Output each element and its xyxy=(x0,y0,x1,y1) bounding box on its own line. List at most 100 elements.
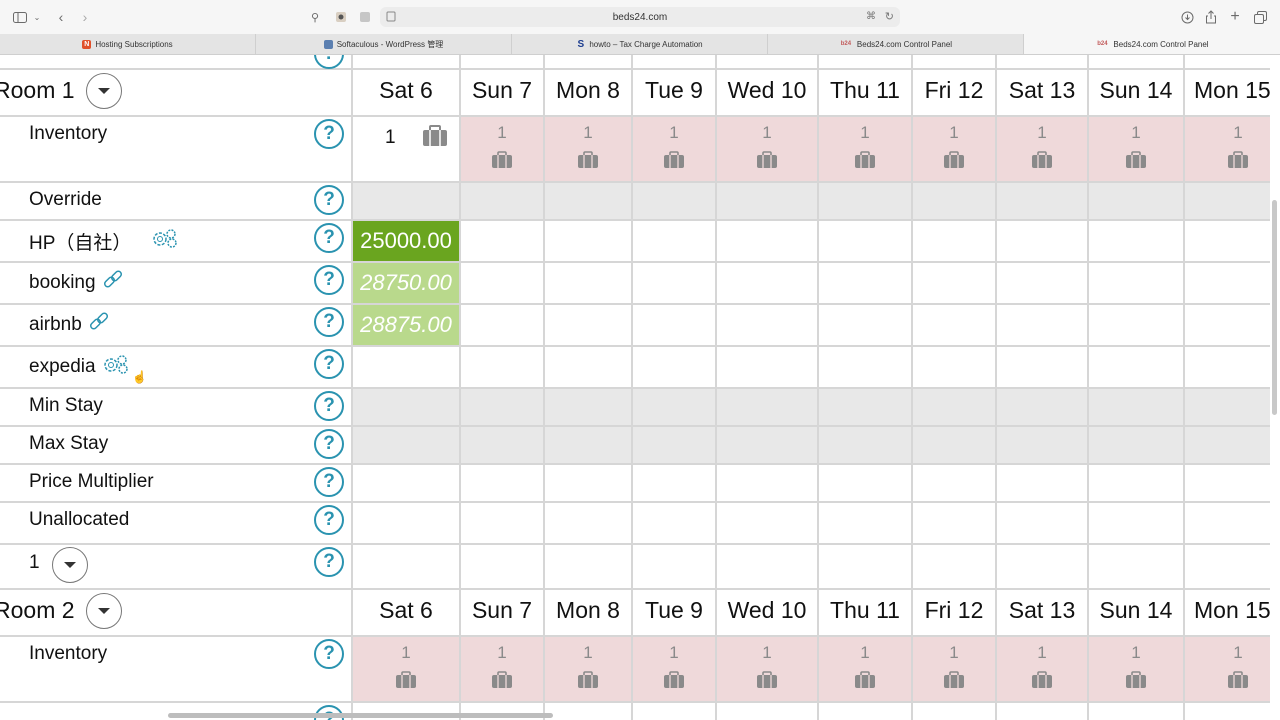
inventory-cell[interactable]: 1 xyxy=(819,123,911,169)
help-icon[interactable]: ? xyxy=(314,467,344,497)
vertical-scrollbar[interactable] xyxy=(1272,200,1277,415)
inventory-cell[interactable]: 1 xyxy=(913,123,995,169)
inventory-cell[interactable]: 1 xyxy=(1185,123,1280,169)
translate-icon[interactable]: ⌘ xyxy=(866,11,876,22)
row-label-airbnb: airbnb xyxy=(29,311,110,339)
price-cell-booking[interactable]: 28750.00 xyxy=(353,263,459,303)
tab-overview-icon[interactable] xyxy=(1253,8,1267,26)
link-icon[interactable] xyxy=(102,269,124,297)
extension-icon[interactable] xyxy=(358,8,372,26)
inventory-value[interactable]: 1 xyxy=(385,127,396,149)
address-bar[interactable]: beds24.com ⌘ ↻ xyxy=(380,7,900,27)
grid-line xyxy=(0,115,1270,117)
extension-icon[interactable]: ⚲ xyxy=(308,8,322,26)
chevron-down-icon[interactable]: ⌄ xyxy=(32,8,42,26)
link-icon[interactable] xyxy=(88,311,110,339)
help-icon[interactable]: ? xyxy=(314,185,344,215)
back-icon[interactable]: ‹ xyxy=(54,8,68,26)
luggage-icon xyxy=(578,671,598,688)
inventory-cell[interactable]: 1 xyxy=(545,123,631,169)
inventory-cell[interactable]: 1 xyxy=(545,643,631,689)
download-icon[interactable] xyxy=(1180,8,1194,26)
help-icon[interactable]: ? xyxy=(314,307,344,337)
inventory-cell[interactable]: 1 xyxy=(997,123,1087,169)
inventory-cell[interactable]: 1 xyxy=(913,643,995,689)
luggage-icon xyxy=(855,671,875,688)
price-cell-hp[interactable]: 25000.00 xyxy=(353,221,459,261)
help-icon[interactable]: ? xyxy=(314,639,344,669)
inventory-cell[interactable]: 1 xyxy=(717,123,817,169)
room-title: Room 1 xyxy=(0,77,75,103)
reload-icon[interactable]: ↻ xyxy=(885,10,894,23)
help-icon[interactable]: ? xyxy=(314,55,344,69)
day-header: Tue 9 xyxy=(645,77,703,103)
help-icon[interactable]: ? xyxy=(314,391,344,421)
tab-title: Beds24.com Control Panel xyxy=(1113,39,1209,49)
inventory-cell[interactable]: 1 xyxy=(997,643,1087,689)
day-header: Mon 15 xyxy=(1194,597,1271,623)
luggage-icon xyxy=(944,151,964,168)
inventory-cell[interactable]: 1 xyxy=(461,643,543,689)
inventory-cell[interactable]: 1 xyxy=(461,123,543,169)
tab-title: Beds24.com Control Panel xyxy=(856,39,953,49)
luggage-icon[interactable] xyxy=(422,125,448,152)
grid-line xyxy=(0,219,1270,221)
extension-icon[interactable] xyxy=(334,8,348,26)
help-icon[interactable]: ? xyxy=(314,547,344,577)
grid-line xyxy=(0,387,1270,389)
sidebar-toggle-icon[interactable] xyxy=(12,8,28,26)
grid-line xyxy=(0,68,1270,70)
tab-hosting-subscriptions[interactable]: N Hosting Subscriptions xyxy=(0,34,256,54)
day-header: Sun 14 xyxy=(1099,77,1173,103)
row-label-text: HP（自社） xyxy=(29,232,132,254)
inventory-value: 1 xyxy=(762,643,772,662)
day-header: Thu 11 xyxy=(830,77,900,103)
day-header: Thu 11 xyxy=(830,597,900,623)
inventory-cell[interactable]: 1 xyxy=(633,643,715,689)
inventory-cell[interactable]: 1 xyxy=(633,123,715,169)
luggage-icon xyxy=(492,151,512,168)
tab-howto[interactable]: S howto – Tax Charge Automation xyxy=(512,34,768,54)
price-cell-airbnb[interactable]: 28875.00 xyxy=(353,305,459,345)
inventory-cell[interactable]: 1 xyxy=(819,643,911,689)
help-icon[interactable]: ? xyxy=(314,349,344,379)
softaculous-icon xyxy=(323,39,333,49)
inventory-value: 1 xyxy=(1233,643,1243,662)
help-icon[interactable]: ? xyxy=(314,429,344,459)
inventory-cell[interactable]: 1 xyxy=(353,643,459,689)
share-icon[interactable] xyxy=(1204,8,1218,26)
inventory-cell[interactable]: 1 xyxy=(1089,123,1183,169)
gears-icon[interactable] xyxy=(151,227,179,255)
inventory-cell[interactable]: 1 xyxy=(717,643,817,689)
help-icon[interactable]: ? xyxy=(314,265,344,295)
horizontal-scrollbar[interactable] xyxy=(168,713,553,718)
day-header: Mon 15 xyxy=(1194,77,1271,103)
day-header: Tue 9 xyxy=(645,597,703,623)
chevron-down-icon xyxy=(98,608,110,614)
help-icon[interactable]: ? xyxy=(314,505,344,535)
grid-line xyxy=(0,588,1270,590)
luggage-icon xyxy=(1032,671,1052,688)
room-dropdown-button[interactable] xyxy=(86,593,122,629)
forward-icon[interactable]: › xyxy=(78,8,92,26)
row-label-min-stay: Min Stay xyxy=(29,395,103,416)
help-icon[interactable]: ? xyxy=(314,119,344,149)
tab-beds24-2[interactable]: b24 Beds24.com Control Panel xyxy=(1024,34,1280,54)
help-icon[interactable]: ? xyxy=(314,223,344,253)
browser-toolbar: ⌄ ‹ › ⚲ beds24.com ⌘ ↻ + xyxy=(0,0,1280,34)
gears-icon[interactable] xyxy=(102,353,130,381)
tab-beds24-1[interactable]: b24 Beds24.com Control Panel xyxy=(768,34,1024,54)
grid-line xyxy=(0,635,1270,637)
page-settings-icon[interactable] xyxy=(386,11,396,22)
room-dropdown-button[interactable] xyxy=(86,73,122,109)
grid-line xyxy=(0,543,1270,545)
inventory-value: 1 xyxy=(401,643,411,662)
inventory-cell[interactable]: 1 xyxy=(1089,643,1183,689)
calendar-grid: 25000.00 28750.00 28875.00 ? Room 1 Sat … xyxy=(0,55,1280,720)
tab-bar: N Hosting Subscriptions Softaculous - Wo… xyxy=(0,34,1280,55)
unit-dropdown-button[interactable] xyxy=(52,547,88,583)
day-header: Sun 14 xyxy=(1099,597,1173,623)
tab-softaculous[interactable]: Softaculous - WordPress 管理 xyxy=(256,34,512,54)
inventory-cell[interactable]: 1 xyxy=(1185,643,1280,689)
new-tab-icon[interactable]: + xyxy=(1228,8,1242,26)
